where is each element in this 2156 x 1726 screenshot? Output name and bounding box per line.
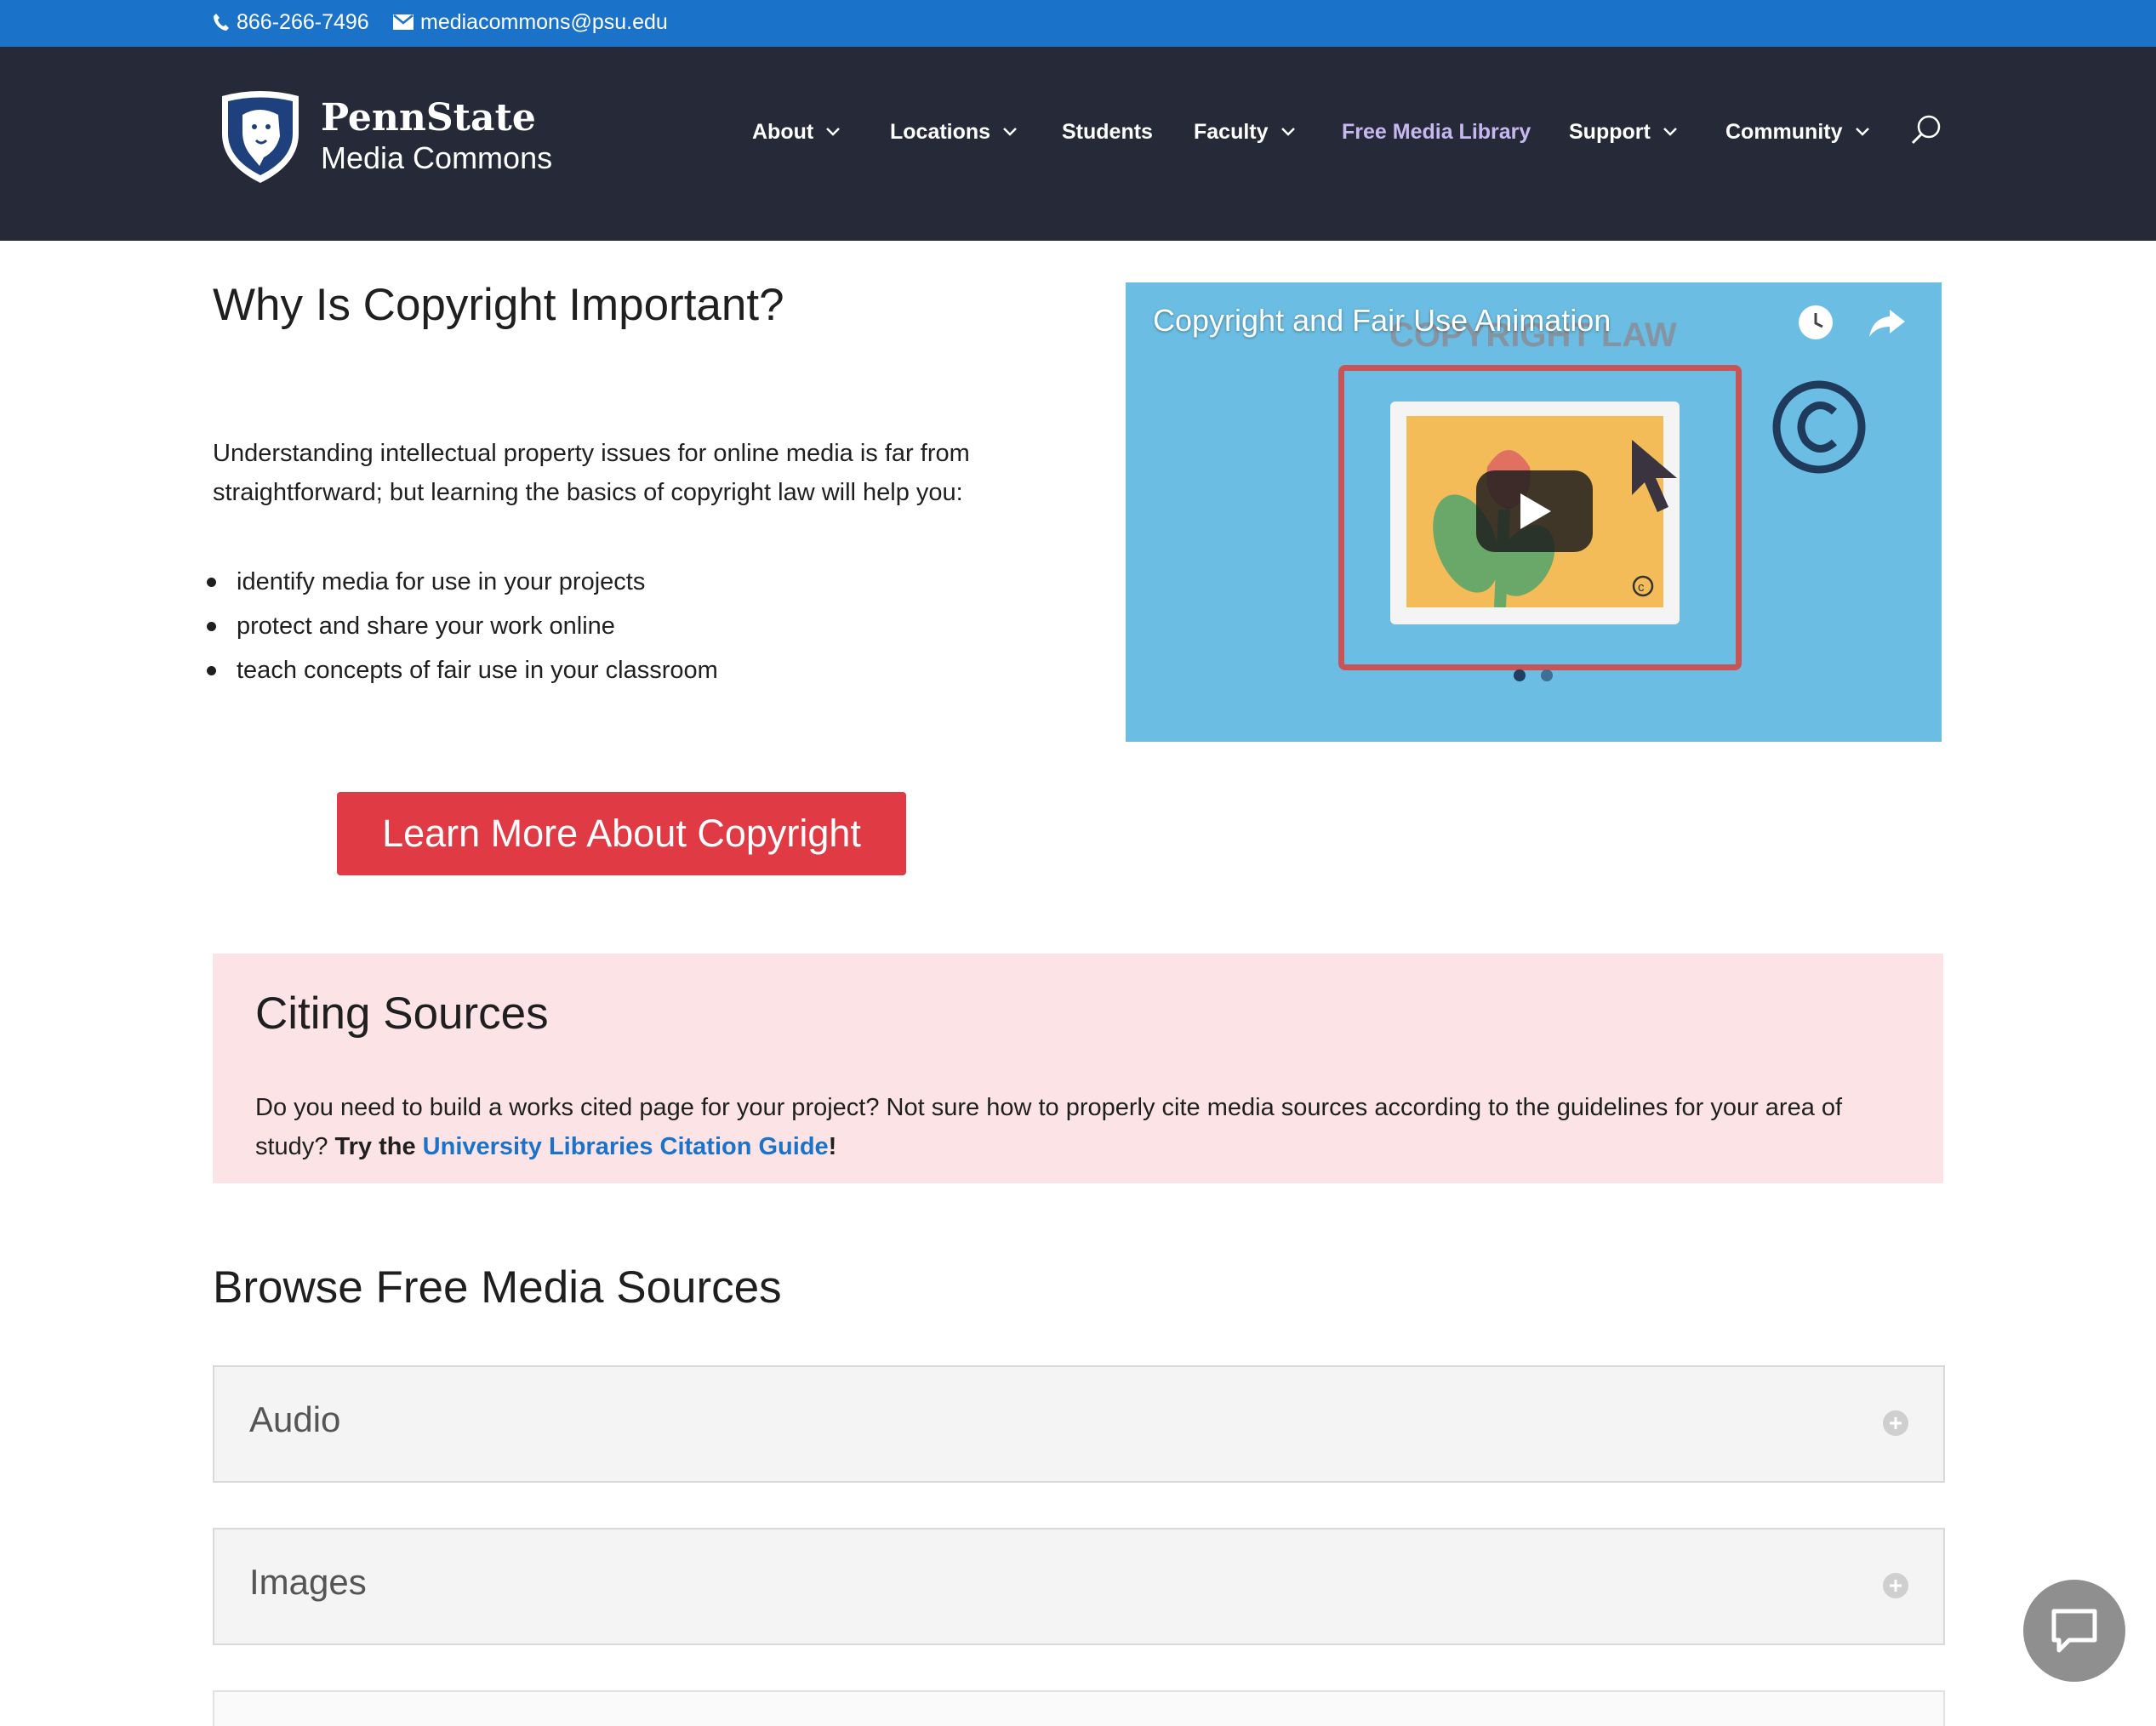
logo-media-commons: Media Commons	[321, 140, 553, 175]
utility-bar: 866-266-7496 mediacommons@psu.edu	[0, 0, 2156, 47]
copyright-heading: Why Is Copyright Important?	[213, 280, 784, 330]
nav-students-label: Students	[1062, 119, 1153, 144]
phone-link[interactable]: 866-266-7496	[213, 0, 369, 44]
search-icon	[1911, 115, 1941, 145]
video-dots	[1514, 669, 1553, 681]
chevron-down-icon	[1280, 128, 1295, 136]
citing-sources-text: Do you need to build a works cited page …	[255, 1088, 1914, 1166]
dot	[1514, 669, 1526, 681]
nav-community[interactable]: Community	[1725, 111, 1870, 153]
citing-try-prefix: Try the	[334, 1133, 423, 1160]
phone-icon	[214, 14, 229, 31]
list-item: identify media for use in your projects	[207, 560, 718, 604]
nav-free-media-library-label: Free Media Library	[1342, 119, 1531, 144]
dot	[1541, 669, 1553, 681]
chat-button[interactable]	[2023, 1580, 2125, 1682]
main-header: PennState Media Commons About Locations …	[0, 47, 2156, 241]
nittany-lion-shield-icon	[222, 91, 299, 183]
nav-faculty-label: Faculty	[1194, 119, 1269, 144]
video-player[interactable]: COPYRIGHT LAW c Copyright and Fair Use A…	[1126, 282, 1942, 742]
chevron-down-icon	[1855, 128, 1869, 136]
plus-circle-icon	[1883, 1573, 1908, 1598]
citing-sources-box: Citing Sources Do you need to build a wo…	[213, 954, 1943, 1183]
phone-number: 866-266-7496	[237, 9, 369, 34]
nav-support-label: Support	[1569, 119, 1651, 144]
cursor-pointer-icon	[1632, 440, 1677, 512]
accordion-images[interactable]: Images	[213, 1528, 1945, 1645]
site-logo[interactable]: PennState Media Commons	[217, 89, 552, 185]
video-play-button[interactable]	[1476, 470, 1593, 552]
citation-guide-link[interactable]: University Libraries Citation Guide	[423, 1133, 829, 1160]
email-address: mediacommons@psu.edu	[420, 9, 668, 34]
learn-more-copyright-button[interactable]: Learn More About Copyright	[337, 792, 906, 875]
accordion-audio[interactable]: Audio	[213, 1365, 1945, 1483]
citing-sources-heading: Citing Sources	[255, 988, 549, 1039]
nav-about[interactable]: About	[752, 111, 841, 153]
chevron-down-icon	[1663, 128, 1677, 136]
share-button[interactable]	[1868, 303, 1907, 346]
chevron-down-icon	[826, 128, 841, 136]
chat-bubble-icon	[2051, 1609, 2097, 1653]
watch-later-button[interactable]	[1796, 303, 1835, 346]
citing-exclamation: !	[828, 1133, 837, 1160]
clock-icon	[1799, 305, 1833, 339]
nav-locations[interactable]: Locations	[890, 111, 1018, 153]
accordion-images-label: Images	[249, 1562, 367, 1602]
nav-faculty[interactable]: Faculty	[1194, 111, 1296, 153]
share-arrow-icon	[1869, 310, 1905, 337]
logo-text: PennState Media Commons	[321, 97, 552, 177]
video-title[interactable]: Copyright and Fair Use Animation	[1153, 303, 1611, 339]
search-button[interactable]	[1909, 113, 1943, 151]
logo-pennstate: PennState	[321, 96, 536, 140]
nav-students[interactable]: Students	[1062, 111, 1153, 153]
nav-locations-label: Locations	[890, 119, 991, 144]
copyright-benefits-list: identify media for use in your projects …	[207, 560, 718, 692]
plus-circle-icon	[1883, 1410, 1908, 1436]
nav-community-label: Community	[1725, 119, 1843, 144]
list-item: teach concepts of fair use in your class…	[207, 648, 718, 692]
accordion-next-partial[interactable]	[213, 1690, 1945, 1726]
svg-text:c: c	[1638, 580, 1645, 595]
accordion-audio-label: Audio	[249, 1399, 341, 1439]
browse-heading: Browse Free Media Sources	[213, 1262, 782, 1313]
envelope-icon	[393, 14, 414, 30]
nav-support[interactable]: Support	[1569, 111, 1678, 153]
nav-free-media-library[interactable]: Free Media Library	[1342, 111, 1531, 153]
copyright-intro-text: Understanding intellectual property issu…	[213, 440, 970, 506]
email-link[interactable]: mediacommons@psu.edu	[393, 0, 668, 44]
chevron-down-icon	[1003, 128, 1017, 136]
nav-about-label: About	[752, 119, 814, 144]
copyright-symbol-icon	[1772, 380, 1866, 474]
list-item: protect and share your work online	[207, 604, 718, 648]
